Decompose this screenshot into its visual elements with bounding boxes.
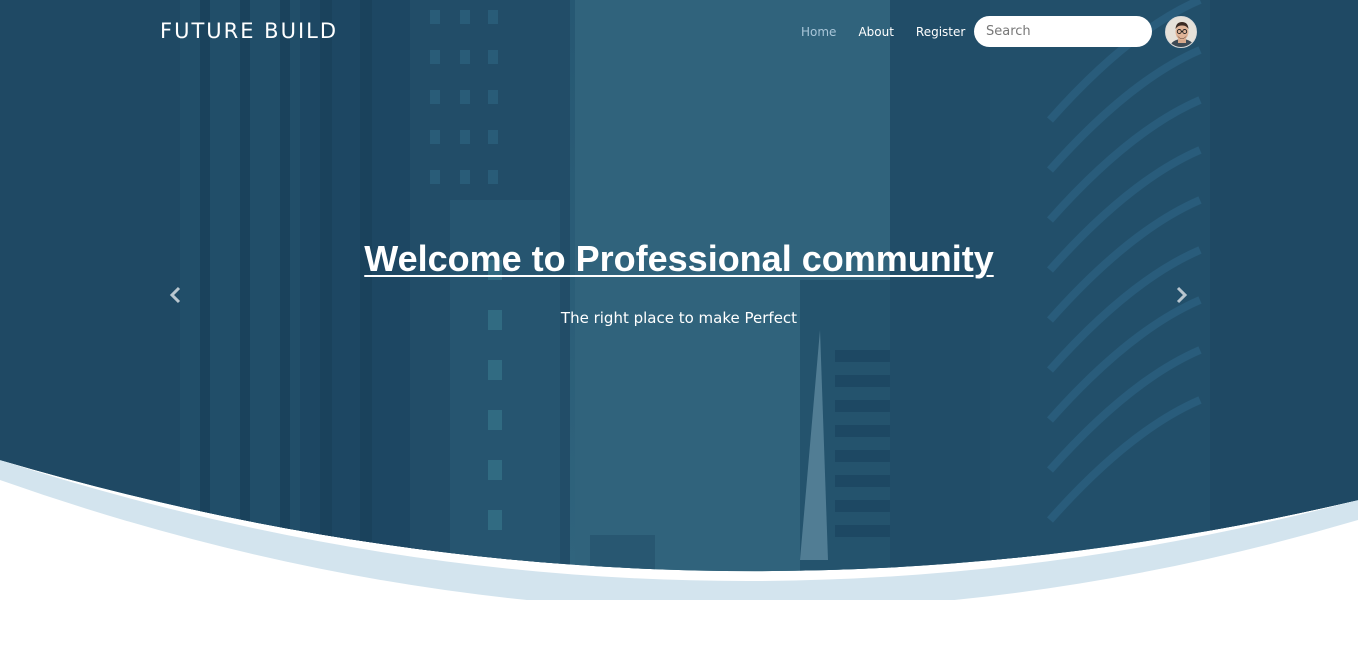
nav-menu: Home About Register (790, 24, 976, 40)
chevron-left-icon[interactable] (164, 284, 188, 308)
hero-carousel: FUTURE BUILD Home About Register Search … (0, 0, 1358, 600)
hero-title: Welcome to Professional community (364, 238, 994, 279)
chevron-right-icon[interactable] (1170, 284, 1194, 308)
brand-logo[interactable]: FUTURE BUILD (160, 19, 338, 43)
nav-link-home[interactable]: Home (790, 24, 847, 40)
nav-link-register[interactable]: Register (905, 24, 976, 40)
search-input[interactable] (974, 16, 1152, 47)
city-background-image (0, 0, 1358, 600)
user-avatar-icon[interactable] (1165, 16, 1197, 48)
nav-link-about[interactable]: About (847, 24, 904, 40)
top-navbar: FUTURE BUILD Home About Register (0, 0, 1358, 64)
hero-subtitle: The right place to make Perfect (560, 309, 798, 327)
hero-title-wrap: Welcome to Professional community (0, 238, 1358, 280)
